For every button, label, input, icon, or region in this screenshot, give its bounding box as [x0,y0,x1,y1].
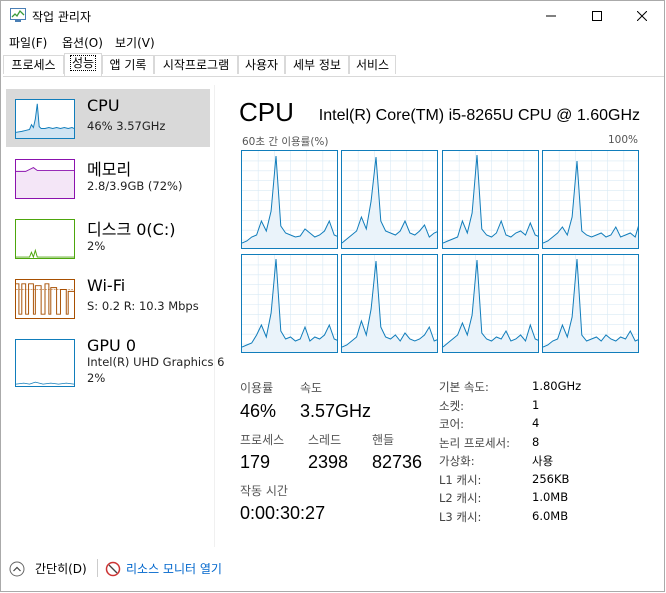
processes-value: 179 [240,452,271,472]
sidebar-item-title: GPU 0 [87,336,137,355]
resource-monitor-icon [105,561,121,577]
spec-label: 소켓: [439,398,465,413]
threads-label: 스레드 [308,433,342,447]
menu-view[interactable]: 보기(V) [115,34,155,51]
logical-processor-graph [241,254,338,353]
sidebar-item-title: 디스크 0(C:) [87,220,176,239]
resource-sidebar: CPU 46% 3.57GHz 메모리 2.8/3.9GB (72%) 디스크 … [1,85,224,547]
uptime-value: 0:00:30:27 [240,503,326,523]
logical-processor-graph [542,254,639,353]
sidebar-item-title: CPU [87,96,120,115]
title-bar[interactable]: 작업 관리자 [1,1,664,31]
tab-processes[interactable]: 프로세스 [3,55,64,74]
sidebar-item-memory[interactable]: 메모리 2.8/3.9GB (72%) [6,149,210,207]
logical-processor-graph [442,150,539,249]
memory-graph-icon [15,159,75,199]
wifi-graph-icon [15,279,75,319]
logical-processor-graph [341,150,438,249]
footer-divider [97,559,98,577]
spec-label: 기본 속도: [439,380,489,394]
close-button[interactable] [619,1,665,31]
logical-processor-graph [542,150,639,249]
graph-max-label: 100% [607,134,638,146]
maximize-button[interactable] [574,1,620,31]
spec-value: 256KB [532,471,570,486]
spec-label: 논리 프로세서: [439,435,511,450]
sidebar-item-value: 2% [87,371,106,385]
tab-app-history[interactable]: 앱 기록 [102,55,154,74]
maximize-icon [592,11,602,21]
spec-label: L2 캐시: [439,491,482,505]
logical-processor-graph [341,254,438,353]
minimize-button[interactable] [528,1,574,31]
cpu-model-name: Intel(R) Core(TM) i5-8265U CPU @ 1.60GHz [318,107,640,124]
processes-label: 프로세스 [240,433,285,447]
spec-value: 사용 [532,454,554,468]
handles-value: 82736 [372,452,423,472]
gpu-graph-icon [15,339,75,387]
sidebar-item-subtitle: Intel(R) UHD Graphics 6 [87,355,225,369]
page-title: CPU [239,97,294,127]
sidebar-divider [214,85,215,547]
spec-value: 1.0MB [532,490,569,504]
sidebar-item-wifi[interactable]: Wi-Fi S: 0.2 R: 10.3 Mbps [6,269,210,327]
menu-bar: 파일(F) 옵션(O) 보기(V) [1,31,664,53]
spec-value: 1 [532,397,540,412]
uptime-label: 작동 시간 [240,484,288,498]
task-manager-window: 작업 관리자 파일(F) 옵션(O) 보기(V) 프로세스 성능 앱 기록 시작… [0,0,665,592]
sidebar-item-title: 메모리 [87,160,132,179]
disk-graph-icon [15,219,75,259]
sidebar-item-gpu[interactable]: GPU 0 Intel(R) UHD Graphics 6 2% [6,329,224,393]
spec-value: 8 [532,434,540,449]
spec-label: 가상화: [439,454,475,468]
tab-strip: 프로세스 성능 앱 기록 시작프로그램 사용자 세부 정보 서비스 [3,53,664,77]
cpu-graph-icon [15,99,75,139]
collapse-button[interactable]: 간단히(D) [35,560,87,577]
sidebar-item-subtitle: 2% [87,239,106,253]
footer-bar: 간단히(D) 리소스 모니터 열기 [1,554,664,584]
speed-value: 3.57GHz [300,401,372,421]
tab-services[interactable]: 서비스 [349,55,396,74]
sidebar-item-subtitle: S: 0.2 R: 10.3 Mbps [87,299,199,313]
close-icon [637,11,647,21]
sidebar-item-cpu[interactable]: CPU 46% 3.57GHz [6,89,210,147]
logical-processor-graph [241,150,338,249]
window-title: 작업 관리자 [32,10,92,24]
sidebar-item-disk[interactable]: 디스크 0(C:) 2% [6,209,210,267]
sidebar-item-subtitle: 2.8/3.9GB (72%) [87,179,183,193]
speed-label: 속도 [300,381,323,395]
usage-label: 이용률 [240,381,274,395]
tab-performance[interactable]: 성능 [64,53,102,76]
chevron-up-icon[interactable] [9,561,25,577]
spec-label: L3 캐시: [439,509,482,524]
open-resource-monitor-link[interactable]: 리소스 모니터 열기 [126,560,222,577]
graph-caption: 60초 간 이용률(%) [242,136,329,148]
tab-startup[interactable]: 시작프로그램 [154,55,238,74]
spec-label: 코어: [439,417,465,431]
handles-label: 핸들 [372,433,395,447]
minimize-icon [546,15,556,17]
sidebar-item-title: Wi-Fi [87,276,126,295]
threads-value: 2398 [308,452,349,472]
tab-users[interactable]: 사용자 [238,55,285,74]
spec-label: L1 캐시: [439,472,482,487]
usage-value: 46% [240,401,277,421]
spec-value: 6.0MB [532,508,569,523]
spec-value: 1.80GHz [532,379,582,393]
menu-options[interactable]: 옵션(O) [62,34,103,51]
menu-file[interactable]: 파일(F) [9,34,47,51]
sidebar-item-subtitle: 46% 3.57GHz [87,119,166,133]
task-manager-icon [10,8,26,22]
tab-details[interactable]: 세부 정보 [285,55,349,74]
spec-value: 4 [532,416,540,430]
logical-processor-graph [442,254,539,353]
